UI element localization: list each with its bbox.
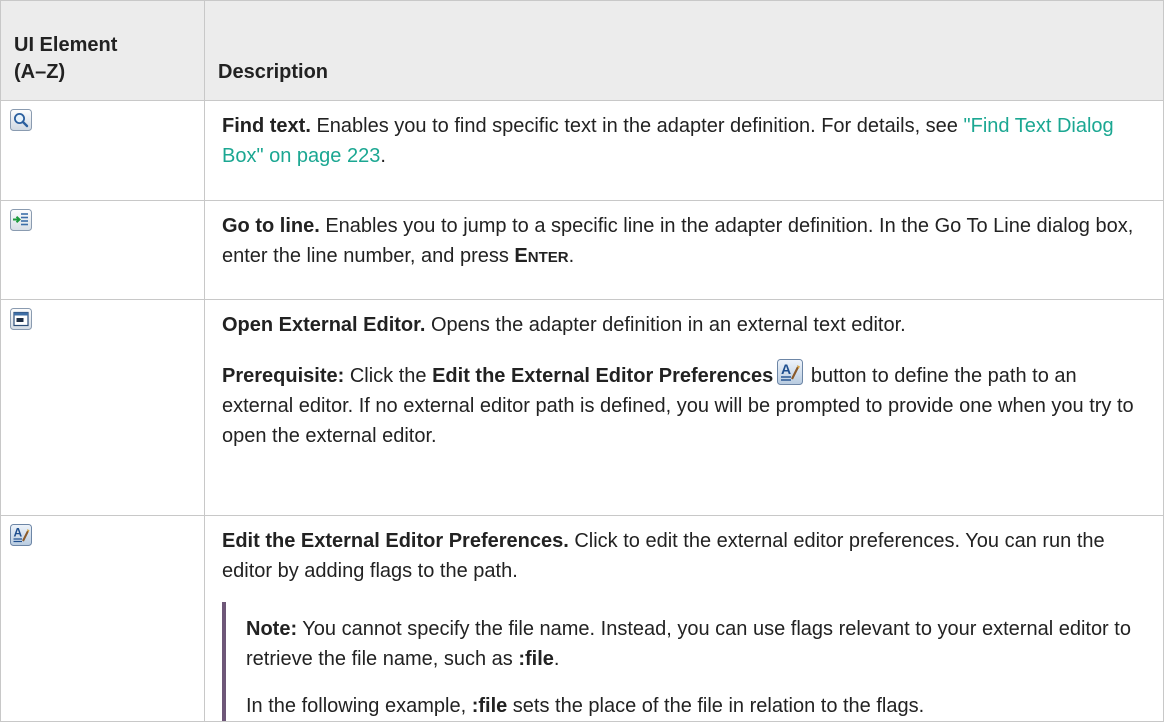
icon-cell: A xyxy=(0,515,205,722)
note-text: You cannot specify the file name. Instea… xyxy=(246,618,1131,670)
enter-key-rest: NTER xyxy=(527,249,569,266)
example-code-file: :file xyxy=(471,695,508,717)
table-row: Go to line. Enables you to jump to a spe… xyxy=(0,200,1164,300)
find-text-title: Find text. xyxy=(222,115,311,137)
note-block: Note: You cannot specify the file name. … xyxy=(222,602,1143,721)
prerequisite-text-1: Click the xyxy=(344,365,433,387)
description-cell: Go to line. Enables you to jump to a spe… xyxy=(204,200,1164,300)
header-ui-element-line1: UI Element xyxy=(14,34,118,56)
icon-cell xyxy=(0,100,205,201)
go-to-line-title: Go to line. xyxy=(222,215,320,237)
find-text-body: Enables you to find specific text in the… xyxy=(310,115,964,137)
enter-key-label: ENTER xyxy=(514,245,568,267)
icon-cell xyxy=(0,200,205,300)
search-icon[interactable] xyxy=(10,109,32,131)
go-to-line-description: Go to line. Enables you to jump to a spe… xyxy=(222,211,1143,273)
example-paragraph: In the following example, :file sets the… xyxy=(246,691,1143,721)
svg-text:A: A xyxy=(14,526,23,540)
edit-preferences-description: Edit the External Editor Preferences. Cl… xyxy=(222,526,1143,586)
table-row: A Edit the External Editor Preferences. … xyxy=(0,515,1164,722)
edit-preferences-icon[interactable]: A xyxy=(10,524,32,546)
table-header-row: UI Element (A–Z) Description xyxy=(0,0,1164,101)
header-ui-element: UI Element (A–Z) xyxy=(0,0,205,101)
external-editor-window-icon[interactable] xyxy=(10,308,32,330)
header-ui-element-line2: (A–Z) xyxy=(14,61,66,83)
go-to-line-period: . xyxy=(568,245,575,267)
description-cell: Open External Editor. Opens the adapter … xyxy=(204,299,1164,516)
enter-key-first: E xyxy=(514,245,528,267)
icon-cell xyxy=(0,299,205,516)
note-label: Note: xyxy=(246,618,298,640)
header-description: Description xyxy=(204,0,1164,101)
open-external-editor-description: Open External Editor. Opens the adapter … xyxy=(222,310,1143,340)
edit-preferences-inline-icon: A xyxy=(777,359,804,385)
description-cell: Edit the External Editor Preferences. Cl… xyxy=(204,515,1164,722)
find-text-period: . xyxy=(380,145,386,167)
table-row: Open External Editor. Opens the adapter … xyxy=(0,299,1164,516)
example-text-2: sets the place of the file in relation t… xyxy=(507,695,925,717)
note-paragraph: Note: You cannot specify the file name. … xyxy=(246,614,1143,674)
description-cell: Find text. Enables you to find specific … xyxy=(204,100,1164,201)
go-to-line-body: Enables you to jump to a specific line i… xyxy=(222,215,1134,267)
note-period: . xyxy=(553,648,560,670)
go-to-line-icon[interactable] xyxy=(10,209,32,231)
prerequisite-paragraph: Prerequisite: Click the Edit the Externa… xyxy=(222,359,1143,451)
open-external-editor-title: Open External Editor. xyxy=(222,314,426,336)
table-row: Find text. Enables you to find specific … xyxy=(0,100,1164,201)
svg-text:A: A xyxy=(781,361,791,377)
open-external-editor-body: Opens the adapter definition in an exter… xyxy=(425,314,906,336)
find-text-description: Find text. Enables you to find specific … xyxy=(222,111,1143,171)
ui-elements-table: UI Element (A–Z) Description Find text. … xyxy=(0,0,1164,722)
edit-preferences-title: Edit the External Editor Preferences. xyxy=(222,530,569,552)
example-text-1: In the following example, xyxy=(246,695,472,717)
prerequisite-bold-button-name: Edit the External Editor Preferences xyxy=(432,365,774,387)
note-code-file: :file xyxy=(518,648,554,670)
prerequisite-label: Prerequisite: xyxy=(222,365,345,387)
